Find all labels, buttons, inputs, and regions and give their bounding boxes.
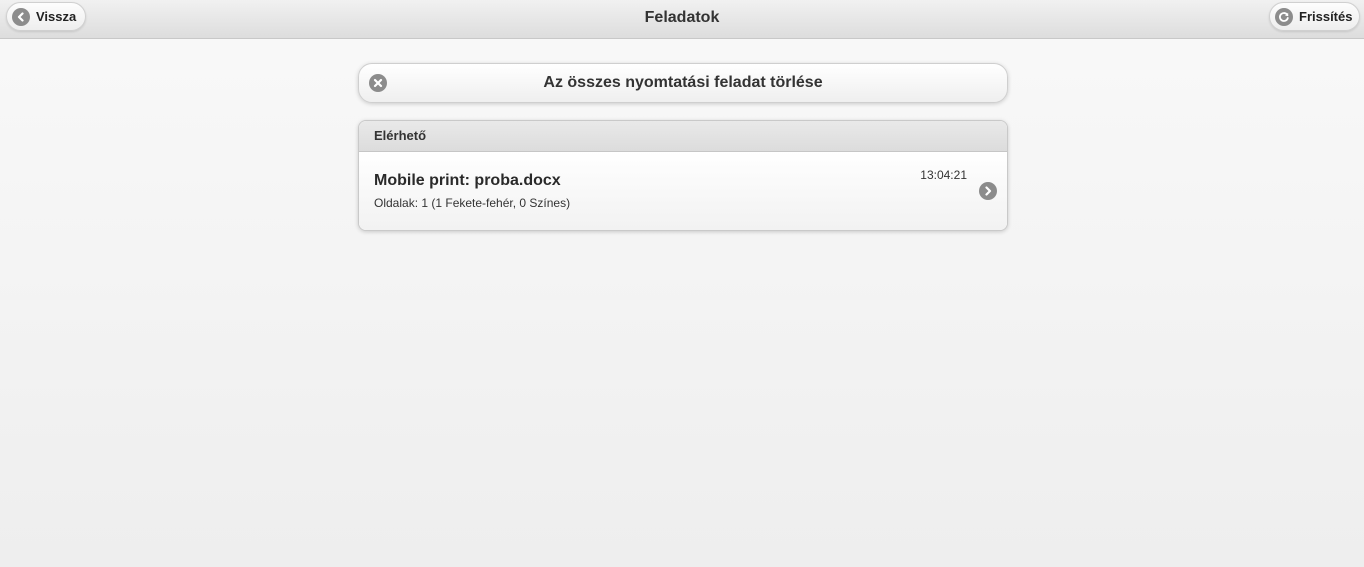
print-job-time: 13:04:21 <box>920 168 967 182</box>
delete-all-jobs-button[interactable]: Az összes nyomtatási feladat törlése <box>358 63 1008 103</box>
header-bar: Feladatok Vissza Frissítés <box>0 0 1364 39</box>
back-button-label: Vissza <box>36 9 77 24</box>
back-button[interactable]: Vissza <box>6 2 86 31</box>
refresh-button[interactable]: Frissítés <box>1269 2 1360 31</box>
print-job-title: Mobile print: proba.docx <box>374 172 561 189</box>
page-title: Feladatok <box>644 9 720 26</box>
refresh-button-label: Frissítés <box>1299 9 1353 24</box>
print-job-item[interactable]: Mobile print: proba.docx Oldalak: 1 (1 F… <box>359 152 1007 230</box>
print-jobs-list: Elérhető Mobile print: proba.docx Oldala… <box>358 120 1008 231</box>
print-job-pages: Oldalak: 1 (1 Fekete-fehér, 0 Színes) <box>374 196 571 210</box>
refresh-icon <box>1275 7 1293 26</box>
list-divider-available: Elérhető <box>359 121 1007 152</box>
chevron-left-icon <box>12 7 30 26</box>
delete-all-jobs-label: Az összes nyomtatási feladat törlése <box>543 74 823 91</box>
chevron-right-icon <box>979 182 997 200</box>
